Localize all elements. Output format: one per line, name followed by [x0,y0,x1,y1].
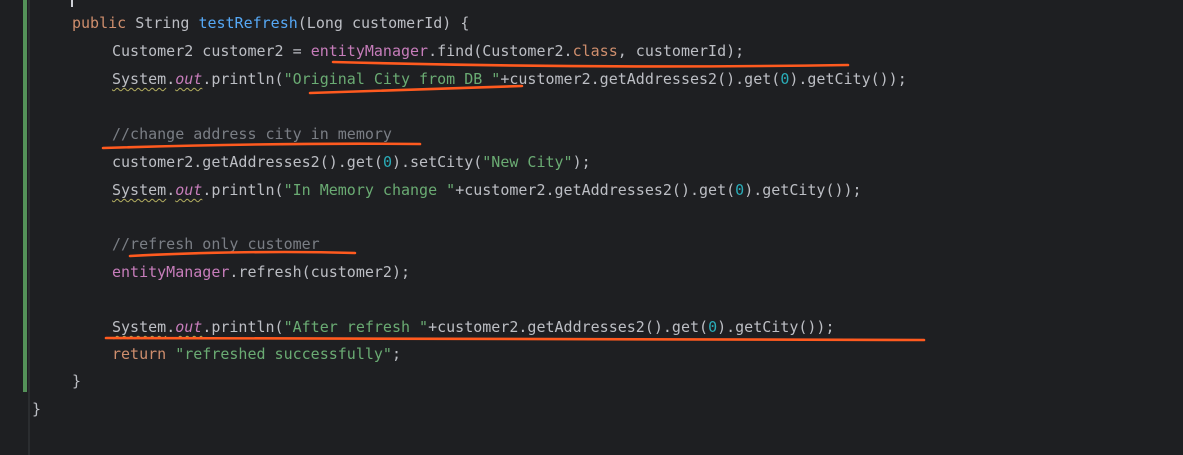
code-line-refresh[interactable]: entityManager.refresh(customer2); [112,262,410,282]
string-literal: "After refresh " [283,318,429,336]
return-type: String [126,14,199,32]
closing-brace: } [72,372,82,390]
keyword-class: class [572,42,618,60]
expression-end: ).getCity()); [789,70,907,88]
out-field: out [175,318,203,336]
comment: //refresh only customer [112,235,320,253]
system-class: System [112,181,167,199]
code-editor[interactable]: public String testRefresh(Long customerI… [0,0,1183,455]
expression: +customer2.getAddresses2().get( [455,181,736,199]
expression-end: ).getCity()); [717,318,835,336]
code-line-comment-refresh[interactable]: //refresh only customer [112,234,320,254]
code-line-find[interactable]: Customer2 customer2 = entityManager.find… [112,41,744,61]
system-class: System [112,70,167,88]
code-line-print-original[interactable]: System.out.println("Original City from D… [112,69,907,89]
expression: +customer2.getAddresses2().get( [500,70,781,88]
number-literal: 0 [780,70,790,88]
annotation-underline-change-comment [101,142,422,150]
vcs-change-marker[interactable] [23,0,27,392]
keyword-public: public [72,14,127,32]
editor-gutter [28,0,30,455]
string-literal: "refreshed successfully" [175,345,392,363]
code-line-comment-change[interactable]: //change address city in memory [112,124,392,144]
semicolon: ; [391,345,401,363]
code-line-set-city[interactable]: customer2.getAddresses2().get(0).setCity… [112,152,591,172]
code-line-method-close[interactable]: } [72,371,81,391]
code-line-method-signature[interactable]: public String testRefresh(Long customerI… [72,13,469,33]
code-line-print-after[interactable]: System.out.println("After refresh "+cust… [112,317,835,337]
comment: //change address city in memory [112,125,392,143]
number-literal: 0 [382,153,392,171]
text-caret [71,0,73,7]
number-literal: 0 [735,181,745,199]
keyword-return: return [112,345,167,363]
dot: . [166,70,176,88]
code-line-return[interactable]: return "refreshed successfully"; [112,344,401,364]
entity-manager-field: entityManager [112,263,230,281]
println-call: .println( [202,70,284,88]
closing-brace: } [32,400,42,418]
entity-manager-field: entityManager [310,42,429,60]
method-params: (Long customerId) { [297,14,470,32]
string-literal: "New City" [482,153,573,171]
println-call: .println( [202,318,284,336]
expression-end: ).getCity()); [744,181,862,199]
method-name: testRefresh [198,14,298,32]
string-literal: "Original City from DB " [283,70,501,88]
string-literal: "In Memory change " [283,181,456,199]
dot: . [166,181,176,199]
expression: +customer2.getAddresses2().get( [428,318,709,336]
code-line-print-memory[interactable]: System.out.println("In Memory change "+c… [112,180,862,200]
dot: . [166,318,176,336]
variable-declaration: Customer2 customer2 = [112,42,311,60]
system-class: System [112,318,167,336]
println-call: .println( [202,181,284,199]
find-call: .find(Customer2. [428,42,573,60]
expression: customer2.getAddresses2().get( [112,153,383,171]
expression-end: ); [572,153,591,171]
set-city-call: ).setCity( [391,153,483,171]
out-field: out [175,70,203,88]
find-args-end: , customerId); [617,42,745,60]
out-field: out [175,181,203,199]
annotation-underline-find [331,60,850,68]
code-line-class-close[interactable]: } [32,399,41,419]
number-literal: 0 [708,318,718,336]
annotation-underline-after-refresh [104,336,926,342]
refresh-call: .refresh(customer2); [229,263,411,281]
